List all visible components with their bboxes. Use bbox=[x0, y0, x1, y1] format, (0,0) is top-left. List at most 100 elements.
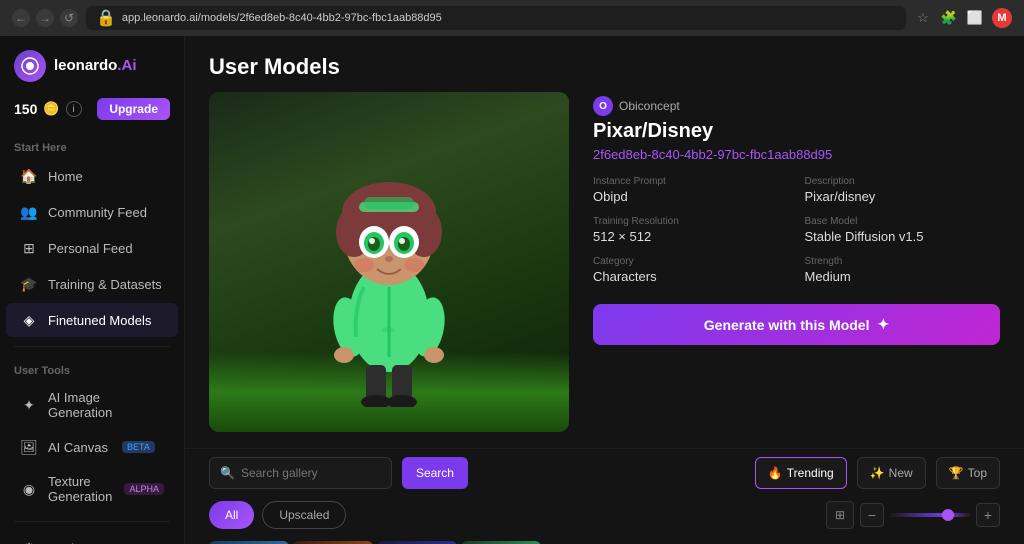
sidebar-item-training[interactable]: 🎓 Training & Datasets bbox=[6, 267, 178, 301]
strength-value: Medium bbox=[805, 269, 1001, 284]
top-label: Top bbox=[968, 466, 987, 480]
sidebar-item-community-label: Community Feed bbox=[48, 205, 147, 220]
top-button[interactable]: 🏆 Top bbox=[936, 457, 1000, 489]
new-button[interactable]: ✨ New bbox=[857, 457, 926, 489]
reload-button[interactable]: ↺ bbox=[60, 9, 78, 27]
generate-button[interactable]: Generate with this Model ✦ bbox=[593, 304, 1000, 345]
browser-controls: ← → ↺ bbox=[12, 9, 78, 27]
search-button[interactable]: Search bbox=[402, 457, 468, 489]
zoom-out-button[interactable]: − bbox=[860, 503, 884, 527]
trending-label: Trending bbox=[787, 466, 834, 480]
sidebar-item-community[interactable]: 👥 Community Feed bbox=[6, 195, 178, 229]
base-model-label: Base Model bbox=[805, 216, 1001, 227]
model-meta-grid: Instance Prompt Obipd Description Pixar/… bbox=[593, 176, 1000, 284]
sidebar-item-settings-label: Settings bbox=[48, 541, 95, 544]
address-bar[interactable]: 🔒 app.leonardo.ai/models/2f6ed8eb-8c40-4… bbox=[86, 6, 906, 30]
training-res-label: Training Resolution bbox=[593, 216, 789, 227]
model-name: Pixar/Disney bbox=[593, 120, 1000, 143]
sidebar: leonardo.Ai 150 🪙 i Upgrade Start Here 🏠… bbox=[0, 36, 185, 544]
model-detail: alla O Obiconcept Pixar/Disney 2f6ed8eb-… bbox=[185, 92, 1024, 448]
new-label: New bbox=[889, 466, 913, 480]
sidebar-item-personal-label: Personal Feed bbox=[48, 241, 133, 256]
new-icon: ✨ bbox=[870, 466, 885, 480]
canvas-beta-badge: BETA bbox=[122, 441, 155, 453]
gallery-row2: All Upscaled ⊞ − + bbox=[185, 497, 1024, 537]
sidebar-logo: leonardo.Ai bbox=[0, 36, 184, 92]
model-image-container: alla bbox=[209, 92, 569, 432]
sidebar-item-image-gen-label: AI Image Generation bbox=[48, 390, 164, 420]
top-icon: 🏆 bbox=[949, 466, 964, 480]
model-creator: O Obiconcept bbox=[593, 96, 1000, 116]
logo-icon bbox=[14, 50, 46, 82]
credits-bar: 150 🪙 i Upgrade bbox=[0, 92, 184, 132]
category-value: Characters bbox=[593, 269, 789, 284]
settings-icon: ⚙ bbox=[20, 539, 38, 544]
profile-avatar[interactable]: M bbox=[992, 8, 1012, 28]
zoom-in-button[interactable]: + bbox=[976, 503, 1000, 527]
meta-strength: Strength Medium bbox=[805, 256, 1001, 284]
search-input-wrap: 🔍 bbox=[209, 457, 392, 489]
training-icon: 🎓 bbox=[20, 275, 38, 293]
back-button[interactable]: ← bbox=[12, 9, 30, 27]
training-res-value: 512 × 512 bbox=[593, 229, 789, 244]
description-label: Description bbox=[805, 176, 1001, 187]
credits-icon: 🪙 bbox=[43, 101, 59, 117]
trending-button[interactable]: 🔥 Trending bbox=[755, 457, 847, 489]
credits-info-icon[interactable]: i bbox=[66, 101, 82, 117]
creator-badge: O bbox=[593, 96, 613, 116]
sidebar-bottom-divider bbox=[14, 521, 170, 522]
filter-all-button[interactable]: All bbox=[209, 501, 254, 529]
texture-icon: ◉ bbox=[20, 480, 38, 498]
finetuned-icon: ◈ bbox=[20, 311, 38, 329]
instance-prompt-label: Instance Prompt bbox=[593, 176, 789, 187]
window-icon[interactable]: ⬜ bbox=[966, 9, 984, 27]
section-start-here: Start Here bbox=[0, 132, 184, 158]
puzzle-icon[interactable]: 🧩 bbox=[940, 9, 958, 27]
trending-icon: 🔥 bbox=[768, 466, 783, 480]
meta-description: Description Pixar/disney bbox=[805, 176, 1001, 204]
sidebar-item-canvas[interactable]: 🖼 AI Canvas BETA bbox=[6, 430, 178, 464]
url-text: app.leonardo.ai/models/2f6ed8eb-8c40-4bb… bbox=[122, 12, 442, 24]
main-content: User Models bbox=[185, 36, 1024, 544]
model-image: alla bbox=[209, 92, 569, 432]
browser-actions: ☆ 🧩 ⬜ M bbox=[914, 8, 1012, 28]
base-model-value: Stable Diffusion v1.5 bbox=[805, 229, 1001, 244]
texture-alpha-badge: ALPHA bbox=[124, 483, 164, 495]
grid-view-button[interactable]: ⊞ bbox=[826, 501, 854, 529]
sidebar-item-settings[interactable]: ⚙ Settings bbox=[6, 531, 178, 544]
forward-button[interactable]: → bbox=[36, 9, 54, 27]
meta-training-res: Training Resolution 512 × 512 bbox=[593, 216, 789, 244]
filter-upscaled-button[interactable]: Upscaled bbox=[262, 501, 346, 529]
gallery-controls: 🔍 Search 🔥 Trending ✨ New 🏆 Top bbox=[185, 448, 1024, 497]
credits-count: 150 bbox=[14, 101, 37, 117]
zoom-slider[interactable] bbox=[890, 513, 970, 517]
strength-label: Strength bbox=[805, 256, 1001, 267]
meta-category: Category Characters bbox=[593, 256, 789, 284]
upgrade-button[interactable]: Upgrade bbox=[97, 98, 170, 120]
svg-text:alla: alla bbox=[382, 325, 395, 334]
category-label: Category bbox=[593, 256, 789, 267]
sidebar-item-personal[interactable]: ⊞ Personal Feed bbox=[6, 231, 178, 265]
sidebar-item-texture[interactable]: ◉ Texture Generation ALPHA bbox=[6, 466, 178, 512]
star-icon[interactable]: ☆ bbox=[914, 9, 932, 27]
meta-instance-prompt: Instance Prompt Obipd bbox=[593, 176, 789, 204]
sidebar-item-training-label: Training & Datasets bbox=[48, 277, 162, 292]
sidebar-item-canvas-label: AI Canvas bbox=[48, 440, 108, 455]
thumbnail-row bbox=[185, 537, 1024, 544]
sidebar-item-finetuned[interactable]: ◈ Finetuned Models bbox=[6, 303, 178, 337]
instance-prompt-value: Obipd bbox=[593, 189, 789, 204]
sidebar-item-image-gen[interactable]: ✦ AI Image Generation bbox=[6, 382, 178, 428]
search-input[interactable] bbox=[241, 466, 381, 480]
sidebar-item-home[interactable]: 🏠 Home bbox=[6, 159, 178, 193]
chibi-character: alla bbox=[304, 117, 474, 407]
home-icon: 🏠 bbox=[20, 167, 38, 185]
canvas-icon: 🖼 bbox=[20, 438, 38, 456]
sidebar-item-home-label: Home bbox=[48, 169, 83, 184]
meta-base-model: Base Model Stable Diffusion v1.5 bbox=[805, 216, 1001, 244]
zoom-slider-thumb bbox=[942, 509, 954, 521]
generate-btn-icon: ✦ bbox=[877, 316, 889, 333]
logo-text: leonardo.Ai bbox=[54, 57, 137, 75]
description-value: Pixar/disney bbox=[805, 189, 1001, 204]
sidebar-divider bbox=[14, 346, 170, 347]
grid-icon: ⊞ bbox=[835, 508, 845, 522]
